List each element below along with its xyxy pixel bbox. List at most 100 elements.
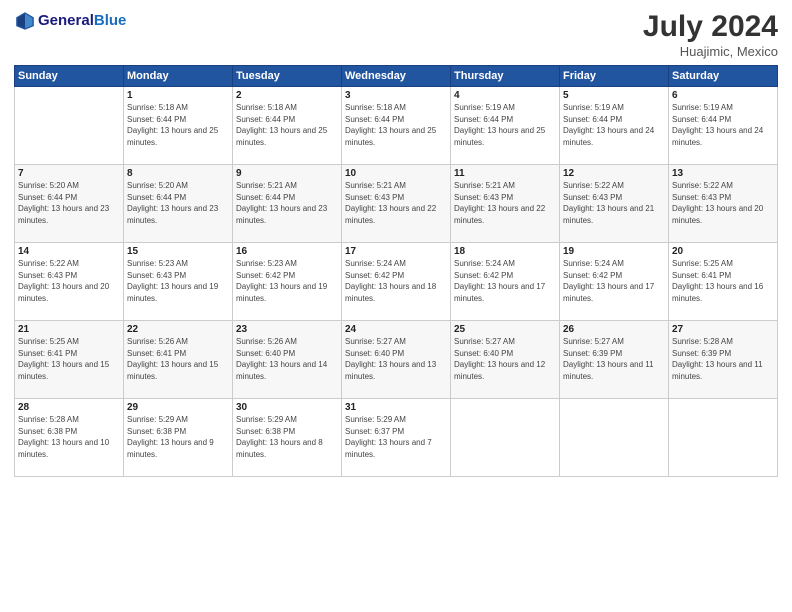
calendar-cell — [560, 399, 669, 477]
calendar-cell: 10Sunrise: 5:21 AMSunset: 6:43 PMDayligh… — [342, 165, 451, 243]
calendar-cell: 7Sunrise: 5:20 AMSunset: 6:44 PMDaylight… — [15, 165, 124, 243]
calendar-cell: 22Sunrise: 5:26 AMSunset: 6:41 PMDayligh… — [124, 321, 233, 399]
day-header-sunday: Sunday — [15, 66, 124, 87]
page-header: GeneralBlue July 2024 Huajimic, Mexico — [14, 10, 778, 59]
calendar-table: SundayMondayTuesdayWednesdayThursdayFrid… — [14, 65, 778, 477]
cell-info: Sunrise: 5:27 AMSunset: 6:40 PMDaylight:… — [345, 336, 447, 382]
cell-info: Sunrise: 5:21 AMSunset: 6:43 PMDaylight:… — [454, 180, 556, 226]
day-number: 22 — [127, 324, 229, 335]
cell-info: Sunrise: 5:19 AMSunset: 6:44 PMDaylight:… — [454, 102, 556, 148]
cell-info: Sunrise: 5:20 AMSunset: 6:44 PMDaylight:… — [18, 180, 120, 226]
cell-info: Sunrise: 5:18 AMSunset: 6:44 PMDaylight:… — [127, 102, 229, 148]
calendar-header: SundayMondayTuesdayWednesdayThursdayFrid… — [15, 66, 778, 87]
day-number: 12 — [563, 168, 665, 179]
cell-info: Sunrise: 5:18 AMSunset: 6:44 PMDaylight:… — [345, 102, 447, 148]
day-number: 21 — [18, 324, 120, 335]
cell-info: Sunrise: 5:19 AMSunset: 6:44 PMDaylight:… — [672, 102, 774, 148]
cell-info: Sunrise: 5:21 AMSunset: 6:44 PMDaylight:… — [236, 180, 338, 226]
day-number: 24 — [345, 324, 447, 335]
calendar-cell: 30Sunrise: 5:29 AMSunset: 6:38 PMDayligh… — [233, 399, 342, 477]
calendar-cell: 25Sunrise: 5:27 AMSunset: 6:40 PMDayligh… — [451, 321, 560, 399]
day-number: 17 — [345, 246, 447, 257]
day-number: 30 — [236, 402, 338, 413]
logo: GeneralBlue — [14, 10, 126, 32]
day-number: 18 — [454, 246, 556, 257]
calendar-cell: 5Sunrise: 5:19 AMSunset: 6:44 PMDaylight… — [560, 87, 669, 165]
day-number: 4 — [454, 90, 556, 101]
cell-info: Sunrise: 5:26 AMSunset: 6:41 PMDaylight:… — [127, 336, 229, 382]
cell-info: Sunrise: 5:24 AMSunset: 6:42 PMDaylight:… — [454, 258, 556, 304]
cell-info: Sunrise: 5:22 AMSunset: 6:43 PMDaylight:… — [563, 180, 665, 226]
day-header-wednesday: Wednesday — [342, 66, 451, 87]
calendar-cell: 21Sunrise: 5:25 AMSunset: 6:41 PMDayligh… — [15, 321, 124, 399]
calendar-cell — [669, 399, 778, 477]
day-number: 13 — [672, 168, 774, 179]
cell-info: Sunrise: 5:22 AMSunset: 6:43 PMDaylight:… — [18, 258, 120, 304]
day-number: 10 — [345, 168, 447, 179]
calendar-cell: 14Sunrise: 5:22 AMSunset: 6:43 PMDayligh… — [15, 243, 124, 321]
calendar-cell: 3Sunrise: 5:18 AMSunset: 6:44 PMDaylight… — [342, 87, 451, 165]
month-title: July 2024 — [643, 10, 778, 44]
cell-info: Sunrise: 5:25 AMSunset: 6:41 PMDaylight:… — [18, 336, 120, 382]
day-number: 19 — [563, 246, 665, 257]
title-block: July 2024 Huajimic, Mexico — [643, 10, 778, 59]
cell-info: Sunrise: 5:24 AMSunset: 6:42 PMDaylight:… — [345, 258, 447, 304]
cell-info: Sunrise: 5:21 AMSunset: 6:43 PMDaylight:… — [345, 180, 447, 226]
cell-info: Sunrise: 5:29 AMSunset: 6:38 PMDaylight:… — [127, 414, 229, 460]
day-number: 7 — [18, 168, 120, 179]
day-number: 9 — [236, 168, 338, 179]
calendar-cell: 6Sunrise: 5:19 AMSunset: 6:44 PMDaylight… — [669, 87, 778, 165]
logo-icon — [14, 10, 36, 32]
cell-info: Sunrise: 5:23 AMSunset: 6:42 PMDaylight:… — [236, 258, 338, 304]
cell-info: Sunrise: 5:19 AMSunset: 6:44 PMDaylight:… — [563, 102, 665, 148]
cell-info: Sunrise: 5:27 AMSunset: 6:40 PMDaylight:… — [454, 336, 556, 382]
day-number: 25 — [454, 324, 556, 335]
calendar-cell: 24Sunrise: 5:27 AMSunset: 6:40 PMDayligh… — [342, 321, 451, 399]
cell-info: Sunrise: 5:25 AMSunset: 6:41 PMDaylight:… — [672, 258, 774, 304]
calendar-cell: 11Sunrise: 5:21 AMSunset: 6:43 PMDayligh… — [451, 165, 560, 243]
cell-info: Sunrise: 5:29 AMSunset: 6:37 PMDaylight:… — [345, 414, 447, 460]
calendar-cell — [15, 87, 124, 165]
day-number: 20 — [672, 246, 774, 257]
day-number: 8 — [127, 168, 229, 179]
calendar-cell: 28Sunrise: 5:28 AMSunset: 6:38 PMDayligh… — [15, 399, 124, 477]
logo-text: GeneralBlue — [38, 13, 126, 30]
day-header-monday: Monday — [124, 66, 233, 87]
day-header-tuesday: Tuesday — [233, 66, 342, 87]
day-number: 3 — [345, 90, 447, 101]
calendar-cell: 1Sunrise: 5:18 AMSunset: 6:44 PMDaylight… — [124, 87, 233, 165]
day-number: 5 — [563, 90, 665, 101]
calendar-cell: 15Sunrise: 5:23 AMSunset: 6:43 PMDayligh… — [124, 243, 233, 321]
day-number: 11 — [454, 168, 556, 179]
cell-info: Sunrise: 5:23 AMSunset: 6:43 PMDaylight:… — [127, 258, 229, 304]
calendar-cell: 2Sunrise: 5:18 AMSunset: 6:44 PMDaylight… — [233, 87, 342, 165]
cell-info: Sunrise: 5:26 AMSunset: 6:40 PMDaylight:… — [236, 336, 338, 382]
calendar-cell: 31Sunrise: 5:29 AMSunset: 6:37 PMDayligh… — [342, 399, 451, 477]
cell-info: Sunrise: 5:18 AMSunset: 6:44 PMDaylight:… — [236, 102, 338, 148]
calendar-cell: 18Sunrise: 5:24 AMSunset: 6:42 PMDayligh… — [451, 243, 560, 321]
day-number: 31 — [345, 402, 447, 413]
day-number: 29 — [127, 402, 229, 413]
day-number: 15 — [127, 246, 229, 257]
location: Huajimic, Mexico — [643, 44, 778, 59]
calendar-cell — [451, 399, 560, 477]
day-number: 16 — [236, 246, 338, 257]
calendar-cell: 9Sunrise: 5:21 AMSunset: 6:44 PMDaylight… — [233, 165, 342, 243]
calendar-cell: 23Sunrise: 5:26 AMSunset: 6:40 PMDayligh… — [233, 321, 342, 399]
calendar-cell: 26Sunrise: 5:27 AMSunset: 6:39 PMDayligh… — [560, 321, 669, 399]
day-number: 2 — [236, 90, 338, 101]
cell-info: Sunrise: 5:29 AMSunset: 6:38 PMDaylight:… — [236, 414, 338, 460]
day-number: 1 — [127, 90, 229, 101]
calendar-cell: 29Sunrise: 5:29 AMSunset: 6:38 PMDayligh… — [124, 399, 233, 477]
day-number: 26 — [563, 324, 665, 335]
calendar-cell: 19Sunrise: 5:24 AMSunset: 6:42 PMDayligh… — [560, 243, 669, 321]
cell-info: Sunrise: 5:27 AMSunset: 6:39 PMDaylight:… — [563, 336, 665, 382]
day-number: 23 — [236, 324, 338, 335]
cell-info: Sunrise: 5:24 AMSunset: 6:42 PMDaylight:… — [563, 258, 665, 304]
calendar-cell: 4Sunrise: 5:19 AMSunset: 6:44 PMDaylight… — [451, 87, 560, 165]
cell-info: Sunrise: 5:28 AMSunset: 6:38 PMDaylight:… — [18, 414, 120, 460]
day-number: 28 — [18, 402, 120, 413]
cell-info: Sunrise: 5:28 AMSunset: 6:39 PMDaylight:… — [672, 336, 774, 382]
cell-info: Sunrise: 5:20 AMSunset: 6:44 PMDaylight:… — [127, 180, 229, 226]
calendar-cell: 12Sunrise: 5:22 AMSunset: 6:43 PMDayligh… — [560, 165, 669, 243]
